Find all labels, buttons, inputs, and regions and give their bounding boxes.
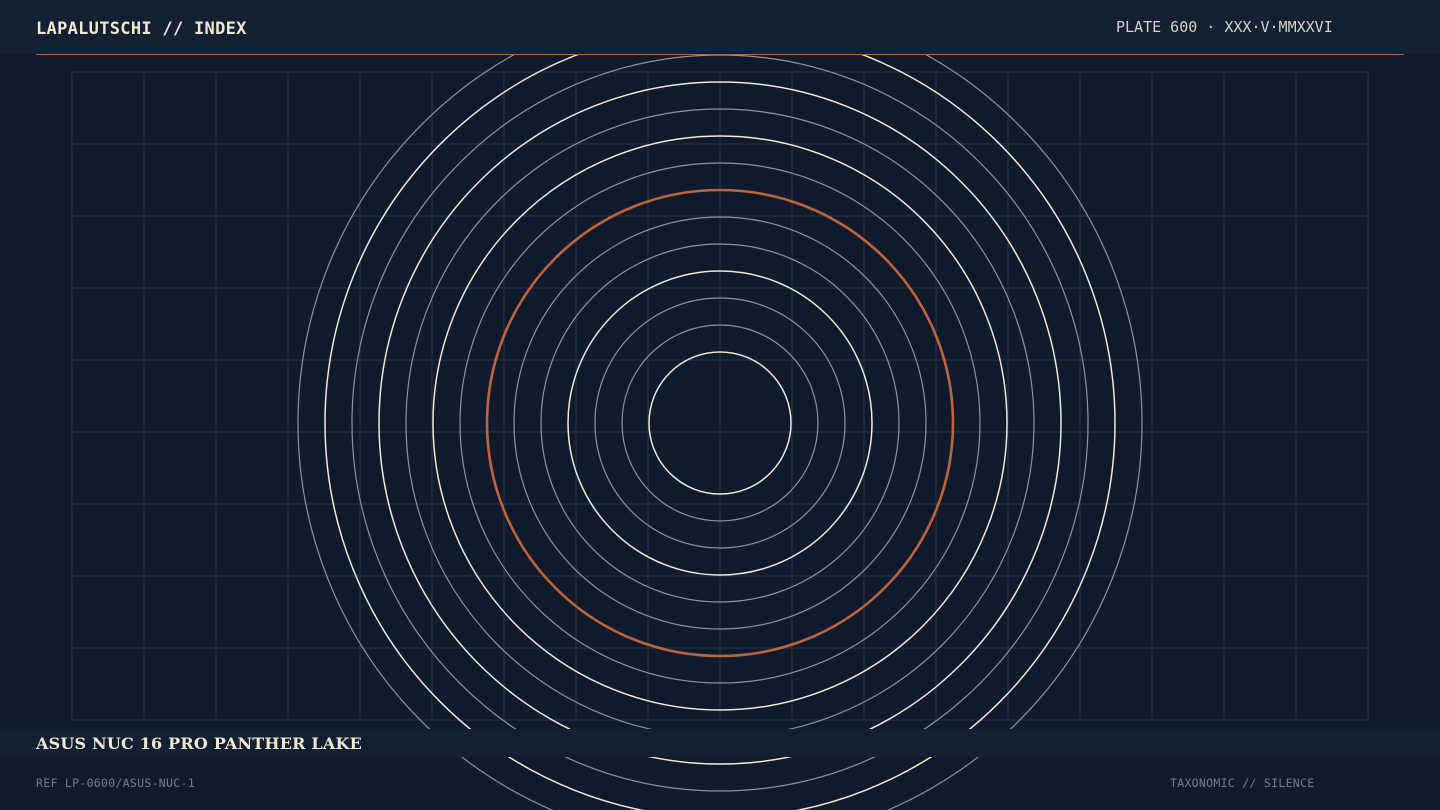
footer-tagline: TAXONOMIC // SILENCE — [1170, 776, 1315, 790]
concentric-rings-artwork — [71, 55, 1369, 810]
plate-page: LAPALUTSCHI // INDEX PLATE 600 · XXX·V·M… — [0, 0, 1440, 810]
plate-subject-title: ASUS NUC 16 PRO PANTHER LAKE — [36, 734, 362, 753]
reference-code: REF LP-0600/ASUS-NUC-1 — [36, 776, 195, 790]
background-grid — [71, 71, 1369, 721]
